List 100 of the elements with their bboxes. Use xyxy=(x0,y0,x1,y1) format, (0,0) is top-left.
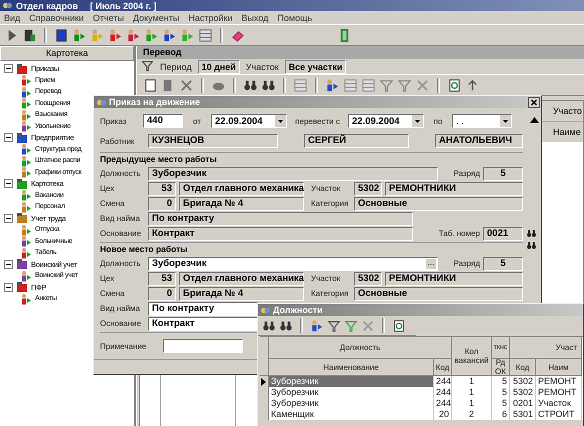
area-name-field: РЕМОНТНИКИ xyxy=(385,182,523,196)
employee-label: Работник xyxy=(100,136,136,146)
shop-code-field: 53 xyxy=(148,182,176,196)
menu-item[interactable]: Справочники xyxy=(29,12,84,22)
field-label: Категория xyxy=(310,289,350,298)
shop-name-field: Отдел главного механика xyxy=(179,272,304,286)
picker-button[interactable]: ... xyxy=(426,258,436,268)
field-label: Разряд xyxy=(452,259,480,268)
grade-field: 5 xyxy=(483,166,523,180)
field-label: Разряд xyxy=(452,169,480,178)
field-label: Основание xyxy=(100,319,142,328)
table-cell[interactable]: Зуборезчик xyxy=(269,398,434,409)
until-label: по xyxy=(432,116,444,126)
table-cell: 5 xyxy=(492,376,510,387)
table-cell: 2 xyxy=(452,409,492,420)
area-code-field: 5302 xyxy=(354,272,382,286)
field-label: Вид найма xyxy=(100,304,141,313)
table-cell[interactable]: Зуборезчик xyxy=(269,387,434,398)
field-label: Примечание xyxy=(100,342,148,350)
date-field[interactable]: 22.09.2004 xyxy=(211,114,287,128)
window-title: Отдел кадров xyxy=(16,0,78,10)
hire-type-field[interactable]: По контракту xyxy=(148,302,258,316)
menu-item[interactable]: Документы xyxy=(132,12,180,22)
date-label: от xyxy=(192,116,202,126)
panel-header: Перевод xyxy=(137,46,584,59)
menu-item[interactable]: Настройки xyxy=(188,12,232,22)
field-label: Должность xyxy=(100,259,142,268)
table-cell: 5301 xyxy=(510,409,536,420)
column-header[interactable]: Участо xyxy=(553,106,583,116)
window-period: [ Июль 2004 г. ] xyxy=(90,0,157,10)
period-field[interactable]: 10 дней xyxy=(198,60,240,74)
first-name-field: СЕРГЕЙ xyxy=(304,134,409,148)
field-label: Участок xyxy=(310,184,342,193)
column-header[interactable]: Кол вакансий xyxy=(452,337,492,376)
until-date-field[interactable]: . . xyxy=(452,114,512,128)
field-label: Смена xyxy=(100,289,126,298)
field-label: Таб. номер xyxy=(438,229,480,238)
category-field: Основные xyxy=(354,286,523,300)
table-cell: СТРОИТ xyxy=(536,409,582,420)
shop-code-field: 53 xyxy=(148,272,176,286)
panel-header: Картотека xyxy=(0,46,134,61)
table-cell[interactable]: Зуборезчик xyxy=(269,376,434,387)
patronymic-field: АНАТОЛЬЕВИЧ xyxy=(435,134,523,148)
table-cell: 1 xyxy=(452,376,492,387)
basis-field[interactable]: Контракт xyxy=(148,316,258,330)
grade-field: 5 xyxy=(483,256,523,270)
area-name-field: РЕМОНТНИКИ xyxy=(385,272,523,286)
field-label: Цех xyxy=(100,274,116,283)
table-cell: 6 xyxy=(492,409,510,420)
column-group-header: Должность xyxy=(269,337,452,359)
table-cell: 1 xyxy=(452,387,492,398)
menu-item[interactable]: Вид xyxy=(4,12,20,22)
shift-name-field: Бригада № 4 xyxy=(179,286,304,300)
table-cell: РЕМОНТ xyxy=(536,387,582,398)
shift-name-field: Бригада № 4 xyxy=(179,196,304,210)
category-field: Основные xyxy=(354,196,523,210)
column-group-header: Участ xyxy=(510,337,582,359)
transfer-from-label: перевести с xyxy=(294,116,341,126)
column-header[interactable]: Код xyxy=(434,359,452,376)
table-cell: 0201 xyxy=(510,398,536,409)
position-field: Зуборезчик xyxy=(148,166,438,180)
shift-code-field: 0 xyxy=(148,196,176,210)
window-title: Должности xyxy=(273,305,323,315)
table-cell[interactable]: Каменщик xyxy=(269,409,434,420)
field-label: Участок xyxy=(310,274,342,283)
field-label: Вид найма xyxy=(100,214,141,223)
table-cell: 5 xyxy=(492,387,510,398)
shop-name-field: Отдел главного механика xyxy=(179,182,304,196)
last-name-field: КУЗНЕЦОВ xyxy=(148,134,278,148)
menu-item[interactable]: Помощь xyxy=(277,12,312,22)
menu-item[interactable]: Выход xyxy=(241,12,268,22)
field-label: Должность xyxy=(100,169,142,178)
table-cell: 244 xyxy=(434,376,452,387)
area-label: Участок xyxy=(246,62,279,72)
column-header[interactable]: Наиме xyxy=(553,127,583,137)
field-label: Цех xyxy=(100,184,116,193)
field-label: Категория xyxy=(310,199,350,208)
menu-item[interactable]: Отчеты xyxy=(92,12,124,22)
transfer-date-field[interactable]: 22.09.2004 xyxy=(348,114,424,128)
column-header[interactable]: Рд ОК xyxy=(492,359,510,376)
hire-type-field: По контракту xyxy=(148,212,413,226)
period-label: Период xyxy=(160,62,192,72)
shift-code-field: 0 xyxy=(148,286,176,300)
field-label: Основание xyxy=(100,229,142,238)
order-number-field[interactable]: 440 xyxy=(143,114,183,128)
area-code-field: 5302 xyxy=(354,182,382,196)
order-label: Приказ xyxy=(100,116,128,126)
column-header[interactable]: Наименование xyxy=(269,359,434,376)
column-header[interactable]: Код xyxy=(510,359,536,376)
section-heading: Предыдущее место работы xyxy=(100,153,218,166)
column-header[interactable]: Наим xyxy=(536,359,582,376)
table-cell: Участок xyxy=(536,398,582,409)
field-label: Смена xyxy=(100,199,126,208)
table-cell: 5302 xyxy=(510,376,536,387)
table-cell: 244 xyxy=(434,398,452,409)
position-field[interactable]: Зуборезчик ... xyxy=(148,256,438,270)
basis-field: Контракт xyxy=(148,226,413,240)
table-cell: 20 xyxy=(434,409,452,420)
area-field[interactable]: Все участки xyxy=(284,60,346,74)
table-cell: 5302 xyxy=(510,387,536,398)
